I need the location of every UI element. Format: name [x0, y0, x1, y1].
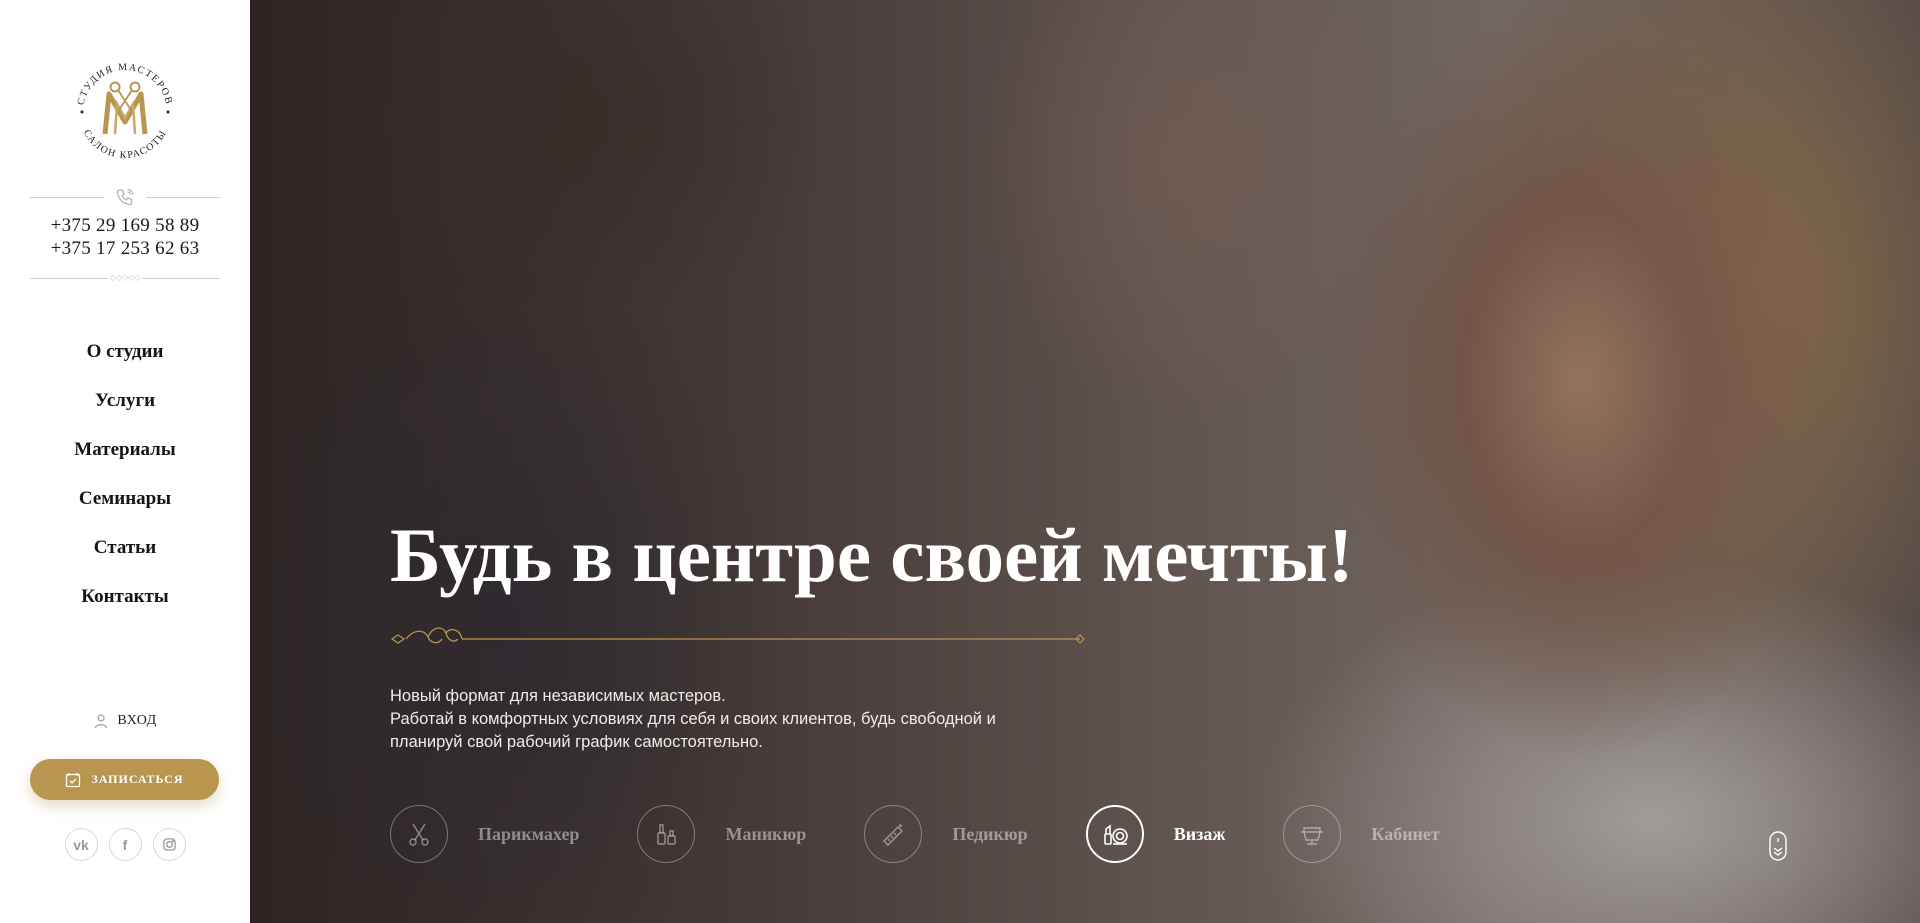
divider-line	[142, 277, 221, 279]
vk-icon[interactable]: vk	[64, 828, 98, 861]
diamond-ornament-icon: ◇◇◇◇◇	[109, 273, 141, 282]
service-tab-pedicure[interactable]: Педикюр	[864, 805, 1028, 863]
ornament-divider: ◇◇◇◇◇	[30, 273, 221, 282]
calendar-check-icon	[66, 772, 81, 787]
nav-item-seminars[interactable]: Семинары	[79, 487, 171, 511]
hero-photo-makeup-artist	[250, 0, 1920, 923]
nail-file-icon	[864, 805, 923, 863]
service-tab-manicure[interactable]: Маникюр	[637, 805, 806, 863]
hero-description-line: Новый формат для независимых мастеров.	[390, 687, 726, 705]
signup-button[interactable]: ЗАПИСАТЬСЯ	[30, 759, 219, 800]
user-icon	[95, 714, 108, 729]
service-tab-hairdresser[interactable]: Парикмахер	[390, 805, 579, 863]
login-link[interactable]: ВХОД	[0, 713, 250, 729]
service-tab-label: Визаж	[1173, 823, 1226, 844]
hero-description-line: Работай в комфортных условиях для себя и…	[390, 710, 996, 728]
phone-icon	[114, 186, 136, 208]
logo-emblem-icon: СТУДИЯ МАСТЕРОВ САЛОН КРАСОТЫ	[76, 62, 173, 161]
service-tab-label: Педикюр	[952, 823, 1028, 844]
login-label: ВХОД	[117, 713, 157, 728]
phone-number-landline[interactable]: +375 17 253 62 63	[51, 237, 200, 260]
signup-label: ЗАПИСАТЬСЯ	[91, 772, 184, 786]
gold-ornament-divider-icon	[390, 627, 1085, 644]
divider-line	[30, 277, 108, 279]
nav-item-articles[interactable]: Статьи	[94, 536, 156, 560]
scissors-icon	[390, 805, 448, 863]
hero-description: Новый формат для независимых мастеров. Р…	[390, 685, 1150, 754]
service-tab-label: Парикмахер	[478, 823, 580, 844]
studio-logo[interactable]: СТУДИЯ МАСТЕРОВ САЛОН КРАСОТЫ	[65, 52, 185, 172]
hero-description-line: планируй свой рабочий график самостоятел…	[390, 733, 763, 751]
service-tab-label: Кабинет	[1371, 823, 1440, 844]
salon-chair-icon	[1283, 805, 1342, 863]
sidebar: СТУДИЯ МАСТЕРОВ САЛОН КРАСОТЫ +375 29 16	[0, 0, 250, 923]
phone-number-mobile[interactable]: +375 29 169 58 89	[51, 214, 200, 237]
nav-item-services[interactable]: Услуги	[95, 389, 155, 413]
service-tab-cabinet[interactable]: Кабинет	[1283, 805, 1440, 863]
nav-item-about[interactable]: О студии	[87, 340, 164, 364]
service-tabs: Парикмахер Маникюр Педикюр Визаж Кабинет	[390, 805, 1498, 863]
hero-section: Будь в центре своей мечты! Новый формат …	[250, 0, 1920, 923]
phone-list: +375 29 169 58 89 +375 17 253 62 63	[51, 214, 200, 260]
main-nav: О студии Услуги Материалы Семинары Стать…	[74, 340, 175, 609]
social-links: vk f	[0, 828, 250, 861]
svg-text:САЛОН КРАСОТЫ: САЛОН КРАСОТЫ	[81, 128, 169, 161]
mouse-scroll-icon[interactable]	[1768, 831, 1788, 861]
logo-bottom-text: САЛОН КРАСОТЫ	[81, 128, 168, 161]
phone-divider	[30, 186, 220, 208]
service-tab-makeup[interactable]: Визаж	[1085, 805, 1226, 863]
nav-item-materials[interactable]: Материалы	[74, 438, 175, 462]
facebook-icon[interactable]: f	[108, 828, 142, 861]
divider-line	[30, 196, 104, 198]
service-tab-label: Маникюр	[725, 823, 807, 844]
makeup-icon	[1085, 805, 1144, 863]
nail-polish-icon	[637, 805, 696, 863]
nav-item-contacts[interactable]: Контакты	[81, 585, 168, 609]
hero-headline: Будь в центре своей мечты!	[390, 512, 1354, 598]
divider-line	[146, 196, 220, 198]
instagram-icon[interactable]	[152, 828, 186, 861]
